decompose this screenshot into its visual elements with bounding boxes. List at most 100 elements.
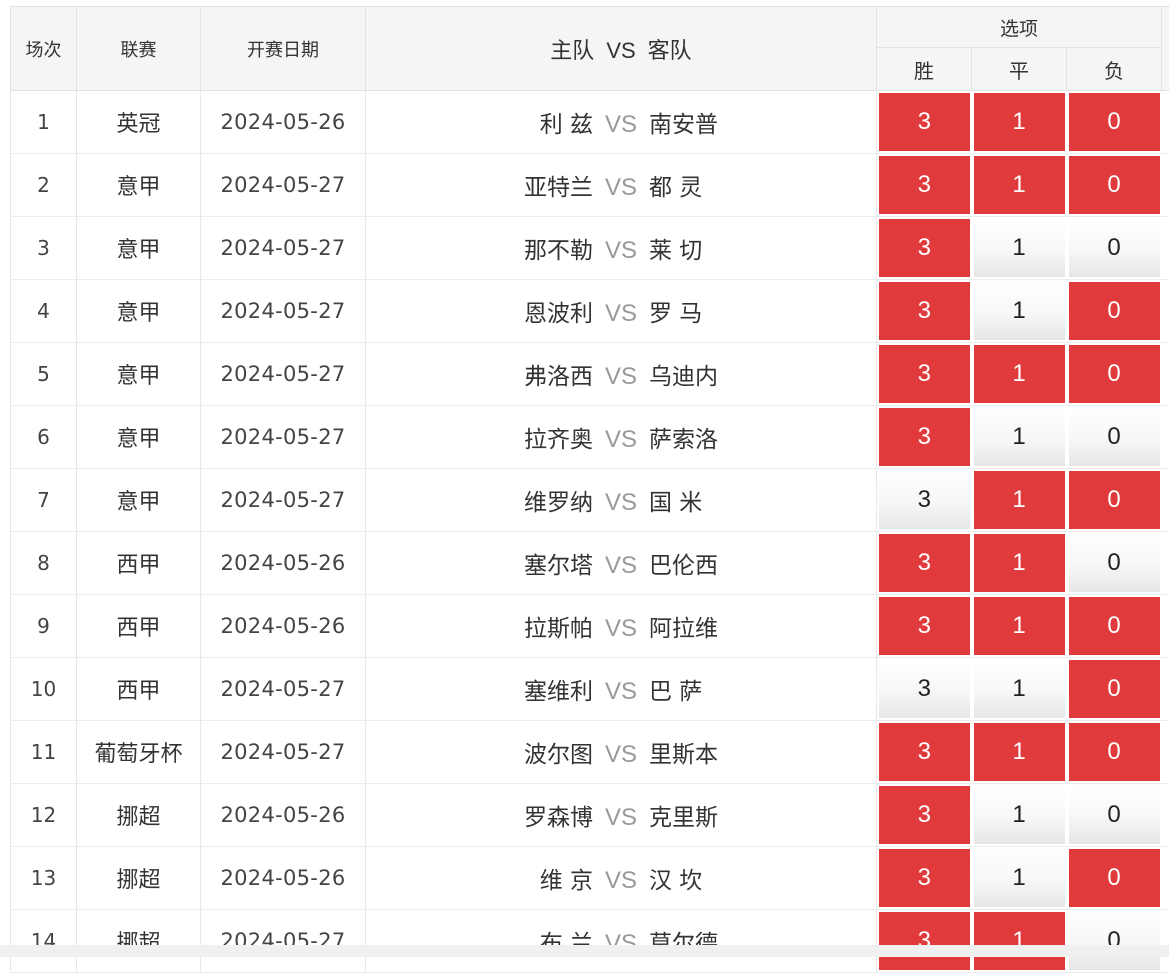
- option-lose-button[interactable]: 0: [1069, 219, 1160, 277]
- row-league: 挪超: [77, 847, 201, 910]
- option-win-button[interactable]: 3: [879, 723, 970, 781]
- option-lose-button[interactable]: 0: [1069, 723, 1160, 781]
- option-win-cell: 3: [877, 343, 972, 406]
- option-lose-button[interactable]: 0: [1069, 534, 1160, 592]
- option-lose-cell: 0: [1067, 595, 1162, 658]
- option-draw-button[interactable]: 1: [974, 912, 1065, 970]
- option-draw-button[interactable]: 1: [974, 534, 1065, 592]
- option-draw-button[interactable]: 1: [974, 156, 1065, 214]
- option-win-button[interactable]: 3: [879, 534, 970, 592]
- option-win-button[interactable]: 3: [879, 219, 970, 277]
- table-row: 3意甲2024-05-27那不勒VS莱 切310: [11, 217, 1169, 280]
- row-date: 2024-05-26: [201, 595, 366, 658]
- option-draw-cell: 1: [972, 784, 1067, 847]
- option-draw-button[interactable]: 1: [974, 786, 1065, 844]
- option-win-button[interactable]: 3: [879, 156, 970, 214]
- option-draw-button[interactable]: 1: [974, 282, 1065, 340]
- row-league: 意甲: [77, 406, 201, 469]
- option-lose-cell: 0: [1067, 532, 1162, 595]
- row-match: 维 京VS汉 坎: [366, 847, 877, 910]
- row-date: 2024-05-27: [201, 469, 366, 532]
- row-match: 那不勒VS莱 切: [366, 217, 877, 280]
- row-league: 意甲: [77, 469, 201, 532]
- option-lose-button[interactable]: 0: [1069, 912, 1160, 970]
- option-win-cell: 3: [877, 217, 972, 280]
- option-draw-cell: 1: [972, 721, 1067, 784]
- option-win-button[interactable]: 3: [879, 345, 970, 403]
- table-row: 14挪超2024-05-27布 兰VS莫尔德310: [11, 910, 1169, 973]
- option-lose-button[interactable]: 0: [1069, 660, 1160, 718]
- option-win-cell: 3: [877, 406, 972, 469]
- option-lose-cell: 0: [1067, 469, 1162, 532]
- option-lose-button[interactable]: 0: [1069, 408, 1160, 466]
- option-lose-button[interactable]: 0: [1069, 786, 1160, 844]
- option-win-button[interactable]: 3: [879, 282, 970, 340]
- home-team: 塞尔塔: [367, 546, 593, 580]
- option-draw-button[interactable]: 1: [974, 723, 1065, 781]
- option-win-button[interactable]: 3: [879, 786, 970, 844]
- table-header: 场次 联赛 开赛日期 主队VS客队 选项 胜 平 负: [11, 7, 1169, 91]
- option-lose-button[interactable]: 0: [1069, 282, 1160, 340]
- option-lose-cell: 0: [1067, 406, 1162, 469]
- option-win-cell: 3: [877, 847, 972, 910]
- option-draw-button[interactable]: 1: [974, 849, 1065, 907]
- home-team: 罗森博: [367, 798, 593, 832]
- option-lose-button[interactable]: 0: [1069, 345, 1160, 403]
- header-win: 胜: [877, 48, 972, 91]
- option-lose-button[interactable]: 0: [1069, 93, 1160, 151]
- row-date: 2024-05-27: [201, 343, 366, 406]
- option-draw-button[interactable]: 1: [974, 219, 1065, 277]
- row-spacer: [1162, 658, 1169, 721]
- option-draw-cell: 1: [972, 532, 1067, 595]
- table-row: 10西甲2024-05-27塞维利VS巴 萨310: [11, 658, 1169, 721]
- option-win-button[interactable]: 3: [879, 408, 970, 466]
- away-team: 巴 萨: [649, 672, 875, 706]
- option-draw-button[interactable]: 1: [974, 408, 1065, 466]
- option-draw-button[interactable]: 1: [974, 597, 1065, 655]
- away-team: 国 米: [649, 483, 875, 517]
- home-team: 利 兹: [367, 105, 593, 139]
- option-draw-button[interactable]: 1: [974, 93, 1065, 151]
- option-win-button[interactable]: 3: [879, 597, 970, 655]
- header-draw: 平: [972, 48, 1067, 91]
- option-draw-cell: 1: [972, 154, 1067, 217]
- row-league: 挪超: [77, 784, 201, 847]
- option-draw-cell: 1: [972, 280, 1067, 343]
- row-league: 西甲: [77, 658, 201, 721]
- option-win-cell: 3: [877, 154, 972, 217]
- row-league: 西甲: [77, 532, 201, 595]
- option-win-button[interactable]: 3: [879, 93, 970, 151]
- away-team: 罗 马: [649, 294, 875, 328]
- row-date: 2024-05-27: [201, 721, 366, 784]
- away-team: 都 灵: [649, 168, 875, 202]
- option-win-button[interactable]: 3: [879, 660, 970, 718]
- option-lose-button[interactable]: 0: [1069, 156, 1160, 214]
- horizontal-scrollbar[interactable]: [0, 945, 1169, 957]
- option-draw-button[interactable]: 1: [974, 345, 1065, 403]
- vs-label: VS: [593, 489, 649, 517]
- option-draw-button[interactable]: 1: [974, 471, 1065, 529]
- row-spacer: [1162, 469, 1169, 532]
- option-win-button[interactable]: 3: [879, 471, 970, 529]
- row-match: 塞维利VS巴 萨: [366, 658, 877, 721]
- row-date: 2024-05-26: [201, 91, 366, 154]
- vs-label: VS: [593, 300, 649, 328]
- row-index: 11: [11, 721, 77, 784]
- table-row: 1英冠2024-05-26利 兹VS南安普310: [11, 91, 1169, 154]
- away-team: 南安普: [649, 105, 875, 139]
- home-team: 恩波利: [367, 294, 593, 328]
- header-date: 开赛日期: [201, 7, 366, 91]
- option-lose-button[interactable]: 0: [1069, 471, 1160, 529]
- option-lose-button[interactable]: 0: [1069, 597, 1160, 655]
- option-draw-cell: 1: [972, 406, 1067, 469]
- row-index: 1: [11, 91, 77, 154]
- option-win-button[interactable]: 3: [879, 912, 970, 970]
- option-win-button[interactable]: 3: [879, 849, 970, 907]
- option-lose-button[interactable]: 0: [1069, 849, 1160, 907]
- row-match: 波尔图VS里斯本: [366, 721, 877, 784]
- option-draw-button[interactable]: 1: [974, 660, 1065, 718]
- row-spacer: [1162, 280, 1169, 343]
- row-date: 2024-05-27: [201, 406, 366, 469]
- away-team: 克里斯: [649, 798, 875, 832]
- option-lose-cell: 0: [1067, 847, 1162, 910]
